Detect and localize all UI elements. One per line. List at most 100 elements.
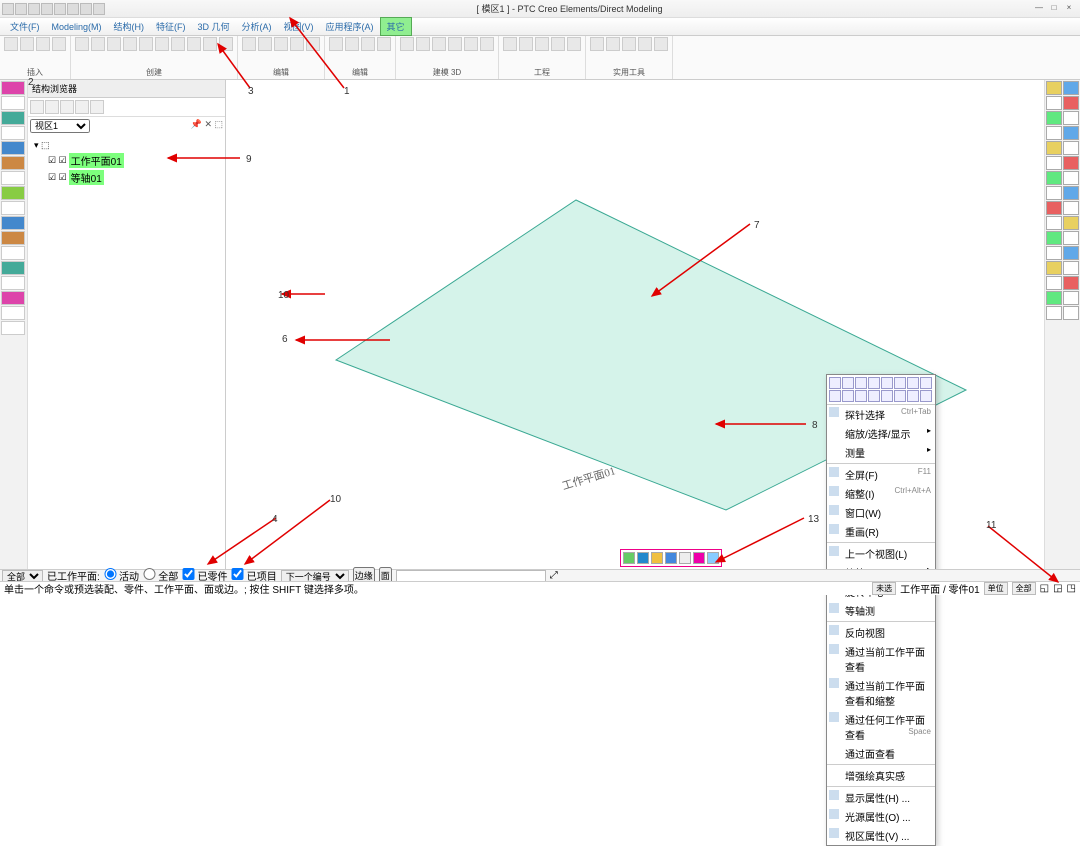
tab-structure[interactable]: 结构(H) [108,18,151,35]
ribbon-icon[interactable] [107,37,121,51]
context-menu-item[interactable]: 等轴测 [827,601,935,620]
ctx-quick-icon[interactable] [855,377,867,389]
ctx-quick-icon[interactable] [907,390,919,402]
right-tool-icon[interactable] [1063,126,1079,140]
ribbon-icon[interactable] [377,37,391,51]
help-icon[interactable] [665,552,677,564]
all-combo[interactable]: 全部 [2,570,43,582]
next-combo[interactable]: 下一个编号 [281,570,349,582]
left-tool-icon[interactable] [1,201,25,215]
ribbon-icon[interactable] [551,37,565,51]
struct-tool-icon[interactable] [45,100,59,114]
pin-icon[interactable]: 📌 ✕ ⬚ [191,119,223,130]
context-menu-item[interactable]: 测量▸ [827,443,935,462]
context-menu-item[interactable]: 视区属性(V) ... [827,826,935,845]
right-tool-icon[interactable] [1063,81,1079,95]
left-tool-icon[interactable] [1,246,25,260]
qat-icon[interactable] [2,3,14,15]
context-menu-item[interactable]: 增强绘真实感 [827,766,935,785]
tree-node[interactable]: ☑ ☑ 等轴01 [34,169,219,186]
ctx-quick-icon[interactable] [855,390,867,402]
ribbon-icon[interactable] [4,37,18,51]
tab-analysis[interactable]: 分析(A) [236,18,278,35]
ribbon-icon[interactable] [139,37,153,51]
right-tool-icon[interactable] [1063,141,1079,155]
right-tool-icon[interactable] [1046,141,1062,155]
close-icon[interactable]: × [1062,3,1076,15]
ribbon-icon[interactable] [345,37,359,51]
right-tool-icon[interactable] [1063,111,1079,125]
left-tool-icon[interactable] [1,111,25,125]
left-tool-icon[interactable] [1,231,25,245]
help-icon[interactable] [651,552,663,564]
ctx-quick-icon[interactable] [894,377,906,389]
ribbon-icon[interactable] [242,37,256,51]
ribbon-icon[interactable] [203,37,217,51]
left-tool-icon[interactable] [1,171,25,185]
right-tool-icon[interactable] [1046,201,1062,215]
tab-view[interactable]: 视图(V) [278,18,320,35]
qat-icon[interactable] [28,3,40,15]
right-tool-icon[interactable] [1063,96,1079,110]
context-menu-item[interactable]: 探针选择Ctrl+Tab [827,405,935,424]
tab-other[interactable]: 其它 [380,17,412,36]
ctx-quick-icon[interactable] [920,390,932,402]
help-icon[interactable] [693,552,705,564]
tree-node[interactable]: ☑ ☑ 工作平面01 [34,152,219,169]
tree-node[interactable]: ▾ ⬚ [34,139,219,152]
left-tool-icon[interactable] [1,276,25,290]
ribbon-icon[interactable] [606,37,620,51]
right-tool-icon[interactable] [1046,306,1062,320]
left-tool-icon[interactable] [1,291,25,305]
ribbon-icon[interactable] [361,37,375,51]
context-menu-item[interactable]: 反向视图 [827,623,935,642]
ctx-quick-icon[interactable] [894,390,906,402]
right-tool-icon[interactable] [1046,276,1062,290]
right-tool-icon[interactable] [1063,201,1079,215]
ribbon-icon[interactable] [567,37,581,51]
right-tool-icon[interactable] [1063,306,1079,320]
right-tool-icon[interactable] [1046,156,1062,170]
context-menu-item[interactable]: 缩放/选择/显示▸ [827,424,935,443]
corner-icon[interactable]: ◳ [1067,583,1076,594]
ctx-quick-icon[interactable] [842,377,854,389]
tab-file[interactable]: 文件(F) [4,18,46,35]
left-tool-icon[interactable] [1,126,25,140]
ribbon-icon[interactable] [171,37,185,51]
context-menu-item[interactable]: 上一个视图(L) [827,544,935,563]
ribbon-icon[interactable] [448,37,462,51]
tab-feature[interactable]: 特征(F) [150,18,192,35]
ctx-quick-icon[interactable] [829,377,841,389]
left-tool-icon[interactable] [1,186,25,200]
ribbon-icon[interactable] [20,37,34,51]
ribbon-icon[interactable] [519,37,533,51]
ribbon-icon[interactable] [416,37,430,51]
ribbon-icon[interactable] [535,37,549,51]
right-tool-icon[interactable] [1046,186,1062,200]
ribbon-icon[interactable] [590,37,604,51]
left-tool-icon[interactable] [1,156,25,170]
ribbon-icon[interactable] [329,37,343,51]
ribbon-icon[interactable] [638,37,652,51]
ribbon-icon[interactable] [52,37,66,51]
tab-3d-geom[interactable]: 3D 几何 [192,18,236,35]
minimize-icon[interactable]: — [1032,3,1046,15]
struct-tool-icon[interactable] [75,100,89,114]
left-tool-icon[interactable] [1,306,25,320]
context-menu-item[interactable]: 重画(R) [827,522,935,541]
ctx-quick-icon[interactable] [829,390,841,402]
right-tool-icon[interactable] [1063,186,1079,200]
ribbon-icon[interactable] [622,37,636,51]
right-tool-icon[interactable] [1046,291,1062,305]
right-tool-icon[interactable] [1046,96,1062,110]
view-combo[interactable]: 视区1 [30,119,90,133]
ctx-quick-icon[interactable] [868,390,880,402]
right-tool-icon[interactable] [1046,111,1062,125]
ctx-quick-icon[interactable] [881,390,893,402]
corner-icon[interactable]: ◲ [1053,583,1062,594]
right-tool-icon[interactable] [1046,216,1062,230]
context-menu-item[interactable]: 通过面查看 [827,744,935,763]
qat-icon[interactable] [41,3,53,15]
context-menu-item[interactable]: 光源属性(O) ... [827,807,935,826]
tab-modeling[interactable]: Modeling(M) [46,20,108,34]
